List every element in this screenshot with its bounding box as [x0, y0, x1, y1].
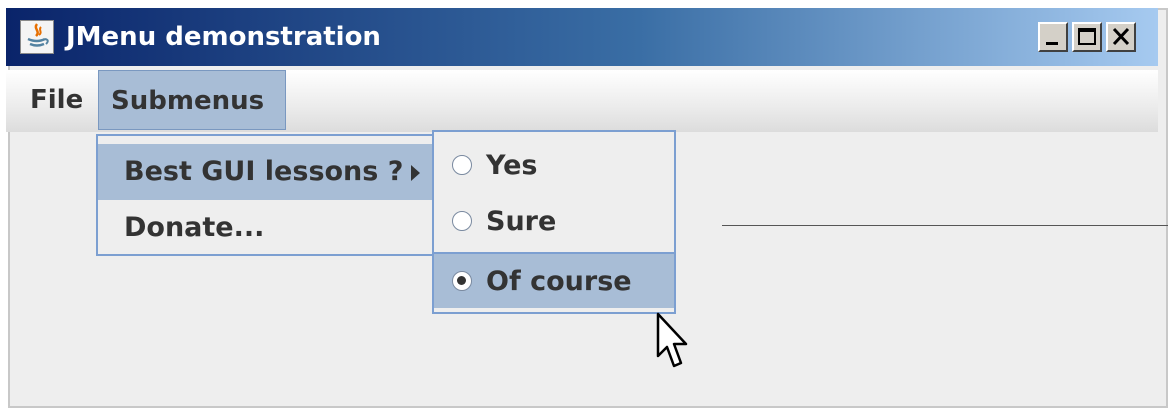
mouse-cursor-icon	[656, 312, 692, 376]
menu-item-label: Best GUI lessons ?	[124, 156, 404, 187]
maximize-button[interactable]	[1072, 22, 1102, 52]
radio-item-yes[interactable]: Yes	[434, 138, 674, 194]
radio-button-icon	[452, 211, 472, 231]
title-bar[interactable]: JMenu demonstration	[6, 8, 1158, 66]
radio-selected-icon	[452, 271, 472, 291]
radio-item-of-course[interactable]: Of course	[434, 252, 674, 308]
radio-button-icon	[452, 155, 472, 175]
maximize-icon	[1078, 28, 1096, 45]
menu-submenus[interactable]: Submenus	[98, 70, 286, 130]
minimize-icon	[1046, 42, 1058, 45]
minimize-button[interactable]	[1038, 22, 1068, 52]
radio-item-label: Yes	[486, 150, 538, 181]
menu-item-best-gui-lessons[interactable]: Best GUI lessons ?	[98, 144, 432, 200]
submenus-popup: Best GUI lessons ? Donate...	[96, 134, 434, 256]
java-icon	[20, 20, 54, 54]
radio-item-label: Sure	[486, 206, 557, 237]
close-icon	[1112, 27, 1130, 46]
menu-item-donate[interactable]: Donate...	[98, 200, 432, 256]
window-title: JMenu demonstration	[66, 22, 381, 52]
menu-bar: File Submenus	[6, 70, 1158, 132]
close-button[interactable]	[1106, 22, 1136, 52]
divider-line	[722, 225, 1168, 226]
radio-item-sure[interactable]: Sure	[434, 194, 674, 250]
radio-item-label: Of course	[486, 266, 632, 297]
submenu-arrow-icon	[411, 165, 420, 181]
lessons-submenu-popup: Yes Sure Of course	[432, 130, 676, 314]
menu-file[interactable]: File	[16, 70, 86, 130]
